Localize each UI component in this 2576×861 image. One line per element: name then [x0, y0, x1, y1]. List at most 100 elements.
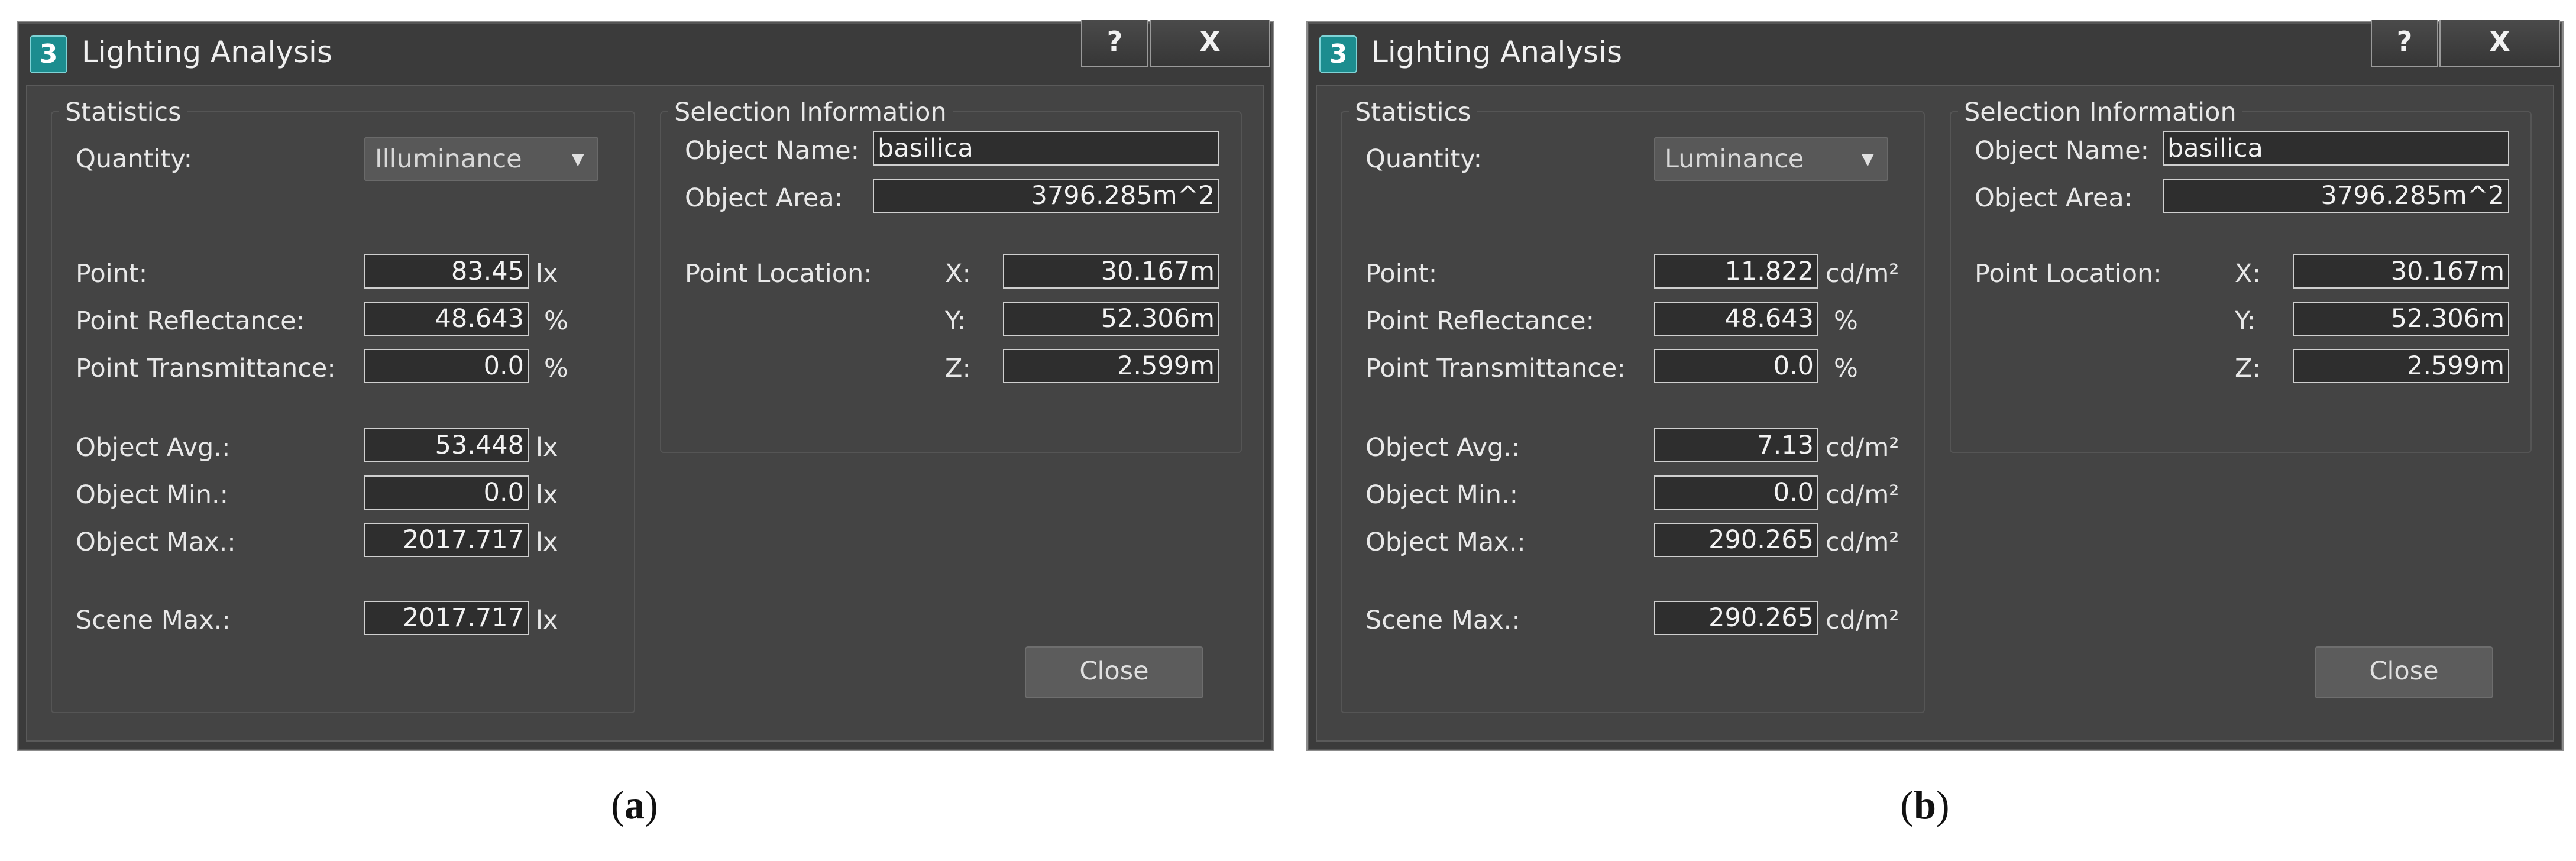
scene-max-field[interactable]: 2017.717 — [364, 601, 529, 635]
object-avg-label: Object Avg.: — [76, 433, 231, 462]
triangle-down-icon: ▼ — [571, 149, 584, 169]
scene-max-unit: lx — [536, 606, 558, 635]
quantity-dropdown[interactable]: Illuminance ▼ — [364, 137, 598, 181]
window-title: Lighting Analysis — [82, 35, 332, 69]
reflectance-unit: % — [544, 306, 568, 336]
object-avg-unit: cd/m² — [1826, 433, 1899, 462]
statistics-group: Statistics Quantity: Luminance ▼ Point: … — [1341, 96, 1925, 713]
object-min-field[interactable]: 0.0 — [1654, 475, 1818, 510]
object-area-label: Object Area: — [685, 183, 843, 213]
object-avg-field[interactable]: 53.448 — [364, 428, 529, 462]
y-field[interactable]: 52.306m — [1003, 302, 1219, 336]
point-unit: lx — [536, 259, 558, 289]
point-field[interactable]: 83.45 — [364, 254, 529, 289]
statistics-title: Statistics — [59, 96, 187, 129]
x-field[interactable]: 30.167m — [1003, 254, 1219, 289]
selection-info-title: Selection Information — [668, 96, 953, 129]
transmittance-field[interactable]: 0.0 — [1654, 349, 1818, 383]
object-avg-unit: lx — [536, 433, 558, 462]
object-avg-field[interactable]: 7.13 — [1654, 428, 1818, 462]
caption-open-paren: ( — [1900, 782, 1914, 827]
object-min-unit: lx — [536, 480, 558, 510]
object-name-label: Object Name: — [1975, 136, 2150, 166]
transmittance-unit: % — [544, 354, 568, 383]
point-location-label: Point Location: — [1975, 259, 2162, 289]
scene-max-field[interactable]: 290.265 — [1654, 601, 1818, 635]
caption-close-paren: ) — [1936, 782, 1950, 827]
window-close-button[interactable]: X — [1150, 20, 1270, 67]
object-max-field[interactable]: 2017.717 — [364, 523, 529, 557]
app-icon: 3 — [1319, 35, 1357, 73]
object-avg-label: Object Avg.: — [1365, 433, 1520, 462]
z-field[interactable]: 2.599m — [2293, 349, 2509, 383]
quantity-dropdown[interactable]: Luminance ▼ — [1654, 137, 1888, 181]
object-area-field[interactable]: 3796.285m^2 — [873, 179, 1219, 213]
z-label: Z: — [945, 354, 971, 383]
scene-max-unit: cd/m² — [1826, 606, 1899, 635]
selection-info-group: Selection Information Object Name: basil… — [1950, 96, 2532, 453]
object-max-unit: cd/m² — [1826, 527, 1899, 557]
quantity-label: Quantity: — [1365, 144, 1483, 174]
help-button[interactable]: ? — [2371, 20, 2438, 67]
selection-info-title: Selection Information — [1958, 96, 2242, 129]
help-button[interactable]: ? — [1081, 20, 1148, 67]
title-bar[interactable]: 3 Lighting Analysis ? X — [1308, 20, 2562, 89]
object-min-label: Object Min.: — [76, 480, 229, 510]
object-name-label: Object Name: — [685, 136, 860, 166]
object-area-label: Object Area: — [1975, 183, 2133, 213]
statistics-group: Statistics Quantity: Illuminance ▼ Point… — [51, 96, 635, 713]
caption-b: (b) — [1866, 782, 1984, 828]
caption-a: (a) — [575, 782, 694, 828]
point-label: Point: — [1365, 259, 1438, 289]
object-min-label: Object Min.: — [1365, 480, 1519, 510]
object-max-label: Object Max.: — [1365, 527, 1526, 557]
close-button[interactable]: Close — [1025, 646, 1203, 698]
statistics-title: Statistics — [1349, 96, 1477, 129]
reflectance-unit: % — [1834, 306, 1858, 336]
point-unit: cd/m² — [1826, 259, 1899, 289]
object-name-field[interactable]: basilica — [2163, 131, 2509, 166]
object-name-field[interactable]: basilica — [873, 131, 1219, 166]
object-min-field[interactable]: 0.0 — [364, 475, 529, 510]
transmittance-field[interactable]: 0.0 — [364, 349, 529, 383]
close-button[interactable]: Close — [2315, 646, 2493, 698]
quantity-value: Luminance — [1665, 144, 1804, 174]
caption-close-paren: ) — [645, 782, 658, 827]
x-label: X: — [945, 259, 971, 289]
reflectance-label: Point Reflectance: — [1365, 306, 1595, 336]
caption-letter: a — [624, 782, 645, 827]
x-field[interactable]: 30.167m — [2293, 254, 2509, 289]
scene-max-label: Scene Max.: — [76, 606, 231, 635]
point-field[interactable]: 11.822 — [1654, 254, 1818, 289]
x-label: X: — [2235, 259, 2261, 289]
reflectance-label: Point Reflectance: — [76, 306, 305, 336]
y-label: Y: — [2235, 306, 2256, 336]
object-max-field[interactable]: 290.265 — [1654, 523, 1818, 557]
point-label: Point: — [76, 259, 148, 289]
y-field[interactable]: 52.306m — [2293, 302, 2509, 336]
transmittance-label: Point Transmittance: — [1365, 354, 1626, 383]
quantity-value: Illuminance — [375, 144, 522, 174]
dialog-body: Statistics Quantity: Illuminance ▼ Point… — [26, 85, 1264, 742]
reflectance-field[interactable]: 48.643 — [1654, 302, 1818, 336]
window-close-button[interactable]: X — [2439, 20, 2560, 67]
app-icon: 3 — [30, 35, 67, 73]
dialog-body: Statistics Quantity: Luminance ▼ Point: … — [1316, 85, 2554, 742]
point-location-label: Point Location: — [685, 259, 872, 289]
reflectance-field[interactable]: 48.643 — [364, 302, 529, 336]
lighting-analysis-dialog-b: 3 Lighting Analysis ? X Statistics Quant… — [1306, 20, 2564, 751]
z-field[interactable]: 2.599m — [1003, 349, 1219, 383]
y-label: Y: — [945, 306, 966, 336]
selection-info-group: Selection Information Object Name: basil… — [660, 96, 1242, 453]
caption-open-paren: ( — [611, 782, 624, 827]
quantity-label: Quantity: — [76, 144, 193, 174]
triangle-down-icon: ▼ — [1861, 149, 1874, 169]
z-label: Z: — [2235, 354, 2261, 383]
object-max-label: Object Max.: — [76, 527, 236, 557]
title-bar[interactable]: 3 Lighting Analysis ? X — [18, 20, 1273, 89]
object-area-field[interactable]: 3796.285m^2 — [2163, 179, 2509, 213]
object-min-unit: cd/m² — [1826, 480, 1899, 510]
window-title: Lighting Analysis — [1371, 35, 1622, 69]
transmittance-label: Point Transmittance: — [76, 354, 336, 383]
transmittance-unit: % — [1834, 354, 1858, 383]
